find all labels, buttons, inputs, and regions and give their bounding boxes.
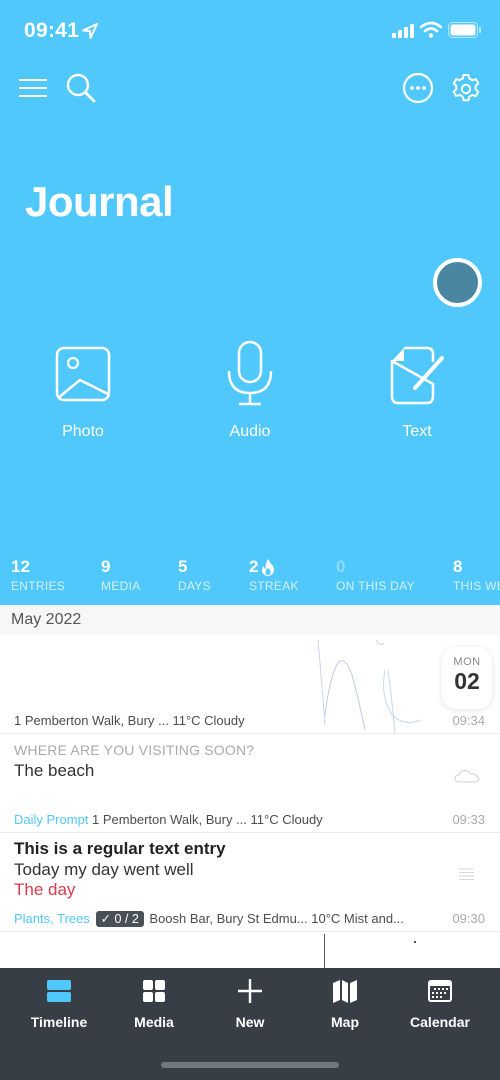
new-text-entry-button[interactable]: Text [357,340,477,450]
journal-entry-drawing[interactable]: MON 02 1 Pemberton Walk, Bury ... 11°C C… [0,635,500,734]
flame-icon [262,558,275,576]
new-audio-entry-button[interactable]: Audio [190,340,310,450]
entry-time: 09:33 [452,812,485,827]
entry-location-weather: Boosh Bar, Bury St Edmu... 10°C Mist and… [149,911,404,926]
calendar-icon [428,980,452,1002]
partial-entry-image-divider [324,934,325,968]
quick-action-label: Text [402,423,432,440]
media-grid-icon [143,980,165,1002]
date-badge: MON 02 [442,647,492,709]
stat-label: ENTRIES [11,579,66,593]
quick-action-label: Audio [229,423,271,440]
month-label: May 2022 [11,611,82,628]
menu-button[interactable] [15,70,51,106]
settings-button[interactable] [448,70,484,106]
search-button[interactable] [63,70,99,106]
entry-time: 09:34 [452,713,485,728]
entry-time: 09:30 [452,911,485,926]
entry-location-weather: 1 Pemberton Walk, Bury ... 11°C Cloudy [92,812,323,827]
entry-body: The beach [14,761,95,780]
more-ellipsis-icon [402,72,434,104]
entry-tag[interactable]: Daily Prompt [14,812,88,827]
home-indicator[interactable] [161,1062,339,1068]
tab-media[interactable]: Media [104,978,204,1030]
stat-this-week[interactable]: 8 THIS WEEK [453,557,500,593]
text-lines-icon [459,868,474,880]
journal-entry-partial[interactable] [0,932,500,968]
status-bar: 09:41 [0,0,500,60]
entry-meta-line: Plants, Trees ✓ 0 / 2 Boosh Bar, Bury St… [14,911,404,927]
prompt-question: WHERE ARE YOU VISITING SOON? [14,742,255,758]
tab-label: Calendar [410,1014,470,1030]
checklist-badge: ✓ 0 / 2 [95,911,144,927]
entry-location-weather: 1 Pemberton Walk, Bury ... 11°C Cloudy [14,713,245,728]
month-section-header: May 2022 [0,605,500,635]
tab-label: Timeline [30,1014,88,1030]
stat-value: 8 [453,557,463,576]
journal-header: 09:41 Journal Photo Audio Text 12 ENTRIE… [0,0,500,605]
edit-document-icon [390,346,444,405]
stat-days[interactable]: 5 DAYS [178,557,211,593]
stat-value: 2 [249,557,259,576]
quick-action-label: Photo [62,423,104,440]
more-options-button[interactable] [400,70,436,106]
location-arrow-icon [82,23,98,39]
plus-icon [238,979,262,1003]
stat-value: 12 [11,557,30,576]
stat-label: STREAK [249,579,299,593]
day-of-month: 02 [454,668,480,694]
search-icon [66,73,96,103]
stat-label: MEDIA [101,579,141,593]
stat-value: 9 [101,557,111,576]
entry-title: This is a regular text entry [14,839,226,858]
new-photo-entry-button[interactable]: Photo [23,340,143,450]
partial-entry-dot [414,941,416,943]
entry-highlighted-text: The day [14,880,76,899]
hamburger-menu-icon [19,79,47,97]
stat-label: THIS WEEK [453,579,500,593]
cloud-weather-icon [454,769,480,783]
stat-value: 0 [336,557,346,576]
status-time: 09:41 [24,19,80,42]
tab-label: Media [134,1014,174,1030]
gear-icon [452,74,480,102]
tab-timeline[interactable]: Timeline [9,978,109,1030]
sketch-thumbnail [317,639,421,733]
entry-tags[interactable]: Plants, Trees [14,911,90,926]
stat-on-this-day[interactable]: 0 ON THIS DAY [336,557,415,593]
map-icon [333,980,357,1003]
tab-label: New [235,1014,265,1030]
tab-calendar[interactable]: Calendar [390,978,490,1030]
entry-body-line: Today my day went well [14,860,194,879]
page-title: Journal [25,178,174,225]
day-of-week: MON [453,656,481,668]
entry-meta-line: Daily Prompt 1 Pemberton Walk, Bury ... … [14,812,323,827]
microphone-icon [227,340,273,406]
stat-entries[interactable]: 12 ENTRIES [11,557,65,593]
tab-label: Map [331,1014,359,1030]
stat-streak[interactable]: 2 STREAK [249,557,299,593]
avatar[interactable] [433,258,482,307]
stats-bar[interactable]: 12 ENTRIES 9 MEDIA 5 DAYS 2 STREAK 0 ON … [0,555,500,605]
stat-label: DAYS [178,579,211,593]
stat-media[interactable]: 9 MEDIA [101,557,141,593]
stat-value: 5 [178,557,188,576]
wifi-icon [420,21,442,38]
battery-icon [448,22,481,38]
timeline-icon [47,980,71,1002]
journal-entry-text[interactable]: This is a regular text entry Today my da… [0,833,500,932]
cellular-signal-icon [392,24,414,38]
tab-new[interactable]: New [200,978,300,1030]
tab-map[interactable]: Map [295,978,395,1030]
journal-entry-prompt[interactable]: WHERE ARE YOU VISITING SOON? The beach D… [0,734,500,833]
photo-icon [55,346,111,402]
stat-label: ON THIS DAY [336,579,415,593]
